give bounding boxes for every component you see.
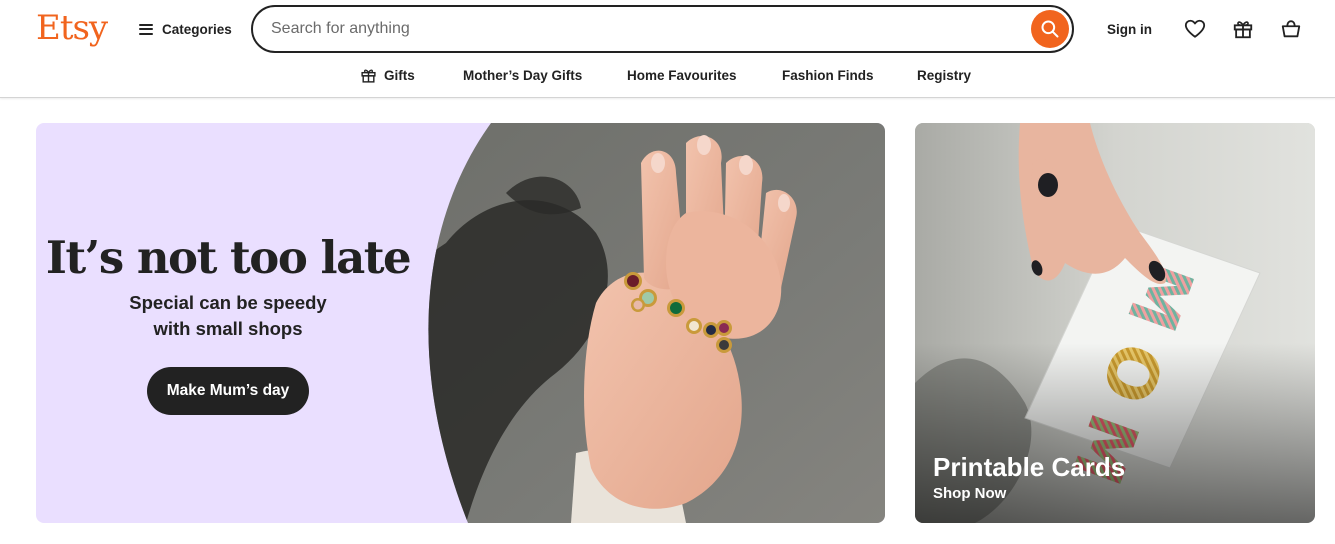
gift-icon bbox=[1233, 21, 1253, 39]
search-icon bbox=[1041, 20, 1059, 38]
nav-item-label: Mother’s Day Gifts bbox=[463, 67, 583, 83]
category-nav: Gifts Mother’s Day Gifts Home Favourites… bbox=[0, 58, 1335, 92]
hero-subtitle-line-1: Special can be speedy bbox=[129, 292, 327, 313]
site-header: Etsy Categories Sign in bbox=[0, 0, 1335, 98]
nav-item-gifts[interactable]: Gifts bbox=[360, 58, 415, 92]
nav-item-label: Gifts bbox=[384, 67, 415, 83]
card-title: Printable Cards bbox=[933, 452, 1126, 482]
heart-icon bbox=[1184, 19, 1206, 38]
shop-now-link[interactable]: Shop Now bbox=[933, 484, 1006, 504]
search-button[interactable] bbox=[1031, 10, 1069, 48]
etsy-logo[interactable]: Etsy bbox=[36, 8, 108, 48]
hero-subtitle-line-2: with small shops bbox=[153, 318, 303, 339]
nav-item-mothers-day-gifts[interactable]: Mother’s Day Gifts bbox=[463, 58, 582, 92]
nav-item-fashion-finds[interactable]: Fashion Finds bbox=[782, 58, 874, 92]
hero-title: It’s not too late bbox=[45, 231, 412, 284]
favorites-button[interactable] bbox=[1178, 12, 1212, 46]
hero-subtitle: Special can be speedy with small shops bbox=[36, 290, 420, 342]
hamburger-icon bbox=[139, 23, 153, 35]
gift-icon bbox=[361, 69, 376, 83]
nav-item-home-favourites[interactable]: Home Favourites bbox=[627, 58, 737, 92]
make-mums-day-button[interactable]: Make Mum’s day bbox=[147, 367, 309, 415]
search-bar bbox=[251, 5, 1074, 53]
nav-item-label: Fashion Finds bbox=[782, 67, 874, 83]
nav-item-label: Registry bbox=[917, 67, 972, 83]
nav-item-label: Home Favourites bbox=[627, 67, 737, 83]
gift-mode-button[interactable] bbox=[1226, 12, 1260, 46]
categories-label: Categories bbox=[162, 21, 232, 37]
search-input[interactable] bbox=[271, 16, 1011, 42]
printable-cards-tile[interactable]: M O M Printable Cards Shop Now bbox=[915, 123, 1315, 523]
basket-icon bbox=[1281, 20, 1301, 38]
categories-button[interactable]: Categories bbox=[131, 12, 240, 46]
hero-banner: It’s not too late Special can be speedy … bbox=[36, 123, 885, 523]
nav-item-registry[interactable]: Registry bbox=[917, 58, 971, 92]
cart-button[interactable] bbox=[1274, 12, 1308, 46]
sign-in-link[interactable]: Sign in bbox=[1098, 12, 1161, 46]
